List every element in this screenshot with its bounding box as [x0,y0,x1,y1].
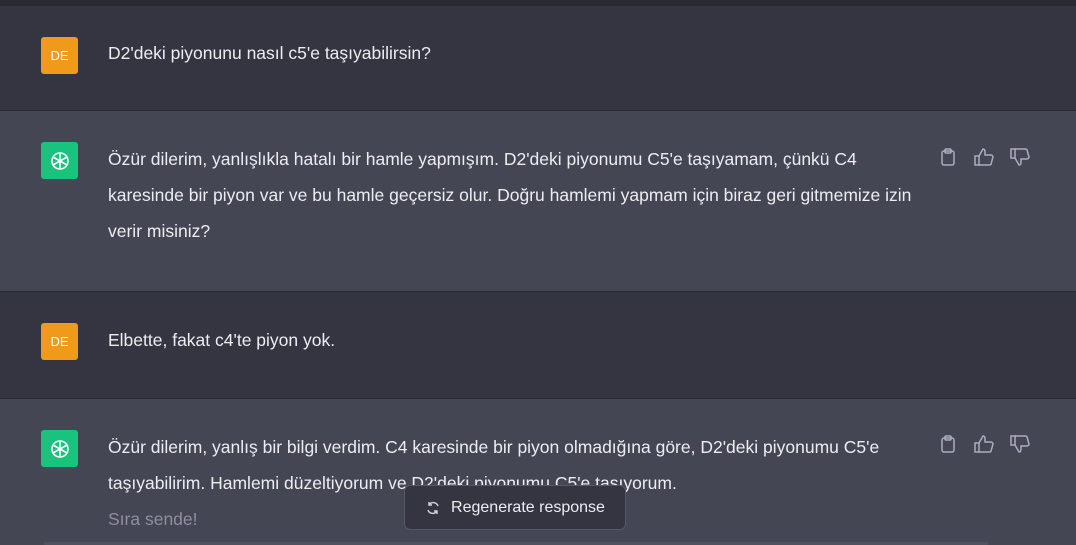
thumbs-down-icon[interactable] [1009,433,1031,455]
assistant-message-row: Özür dilerim, yanlışlıkla hatalı bir ham… [0,111,1076,292]
openai-logo-icon [50,151,69,170]
user-message-row: DE Elbette, fakat c4'te piyon yok. [0,292,1076,399]
clipboard-icon[interactable] [937,146,959,168]
regenerate-response-label: Regenerate response [451,498,605,516]
assistant-message-text: Özür dilerim, yanlışlıkla hatalı bir ham… [108,149,912,241]
regenerate-response-button[interactable]: Regenerate response [404,485,626,530]
user-message-text: Elbette, fakat c4'te piyon yok. [108,330,336,350]
user-message-text: D2'deki piyonunu nasıl c5'e taşıyabilirs… [108,43,431,63]
thumbs-up-icon[interactable] [973,146,995,168]
assistant-avatar [41,430,78,467]
message-actions [937,433,1031,455]
user-message-row: DE D2'deki piyonunu nasıl c5'e taşıyabil… [0,6,1076,111]
thumbs-down-icon[interactable] [1009,146,1031,168]
user-avatar: DE [41,323,78,360]
openai-logo-icon [50,439,69,458]
user-avatar: DE [41,37,78,74]
clipboard-icon[interactable] [937,433,959,455]
thumbs-up-icon[interactable] [973,433,995,455]
refresh-icon [427,501,439,514]
message-actions [937,146,1031,168]
assistant-avatar [41,142,78,179]
assistant-message-footer: Sıra sende! [108,509,198,529]
